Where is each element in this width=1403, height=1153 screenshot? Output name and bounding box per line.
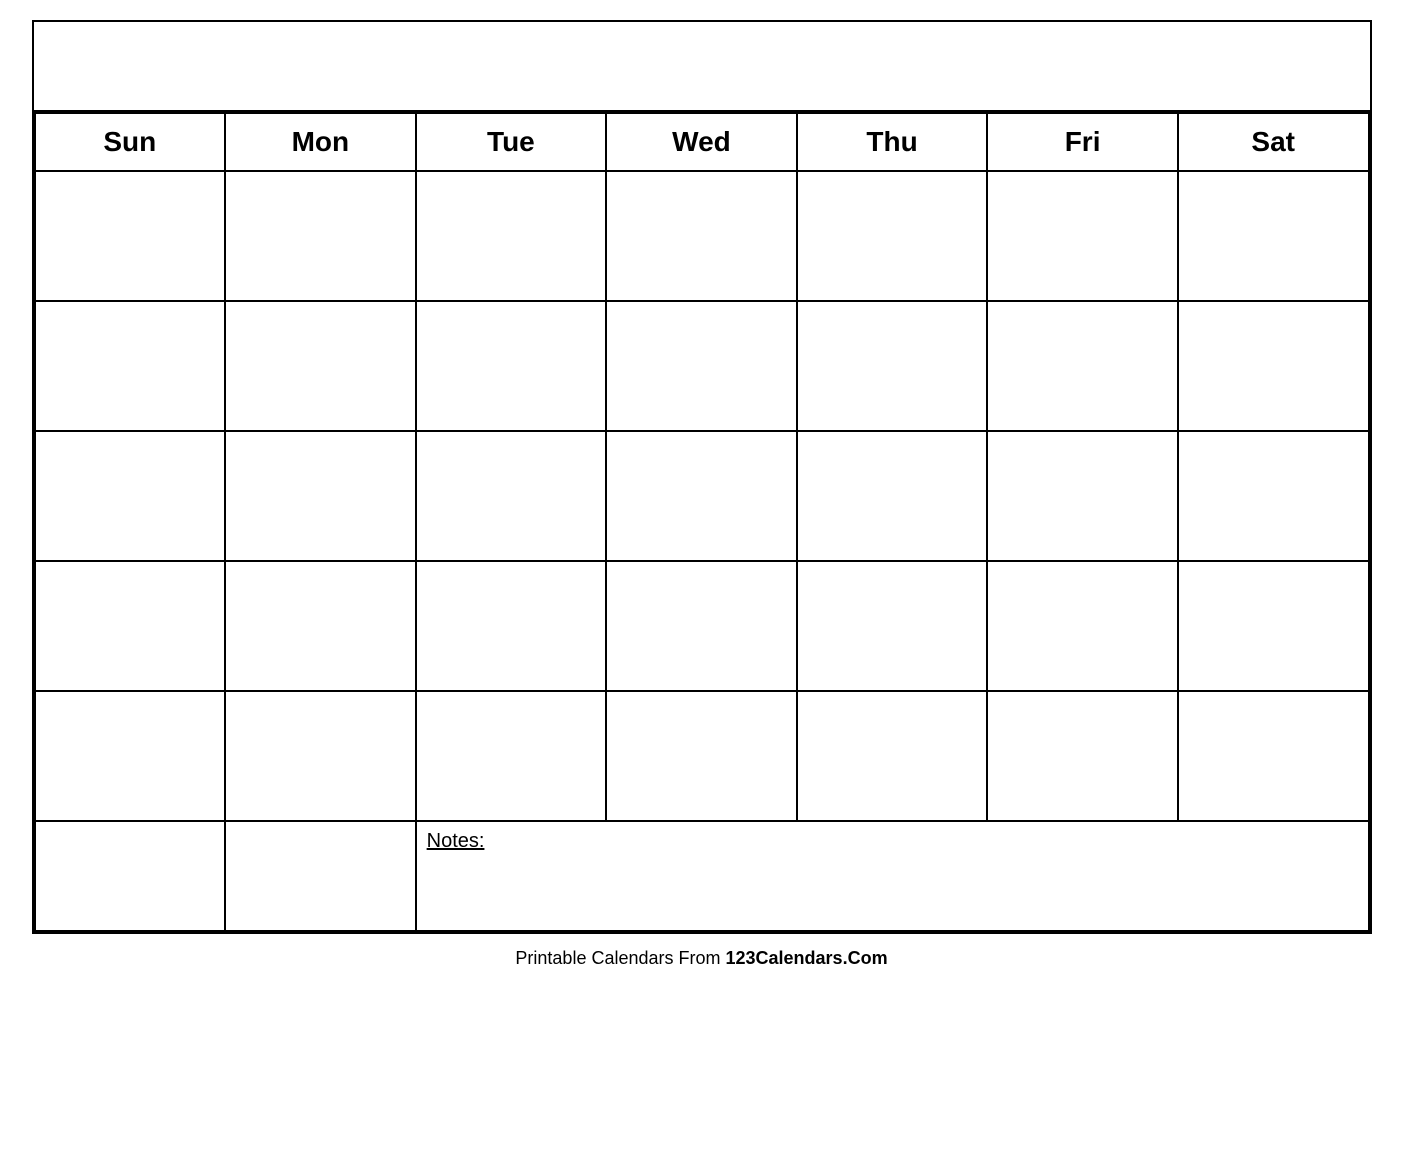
cell-notes-sun [35,821,226,931]
cell-r3-tue [416,431,607,561]
cell-r5-fri [987,691,1178,821]
cell-r5-tue [416,691,607,821]
cell-r4-sun [35,561,226,691]
footer: Printable Calendars From 123Calendars.Co… [515,948,887,969]
calendar-table: Sun Mon Tue Wed Thu Fri Sat [34,112,1370,932]
cell-r1-sat [1178,171,1369,301]
calendar-container: Sun Mon Tue Wed Thu Fri Sat [32,20,1372,934]
header-sat: Sat [1178,113,1369,171]
cell-r1-wed [606,171,797,301]
cell-r3-mon [225,431,416,561]
cell-r3-sat [1178,431,1369,561]
calendar-title-row [34,22,1370,112]
day-header-row: Sun Mon Tue Wed Thu Fri Sat [35,113,1369,171]
cell-r1-mon [225,171,416,301]
cell-r3-fri [987,431,1178,561]
calendar-row-3 [35,431,1369,561]
notes-cell: Notes: [416,821,1369,931]
cell-r4-sat [1178,561,1369,691]
cell-r1-sun [35,171,226,301]
cell-r4-fri [987,561,1178,691]
cell-r2-sat [1178,301,1369,431]
cell-r4-wed [606,561,797,691]
header-wed: Wed [606,113,797,171]
header-tue: Tue [416,113,607,171]
calendar-row-2 [35,301,1369,431]
cell-r4-thu [797,561,988,691]
cell-r1-thu [797,171,988,301]
cell-r5-sun [35,691,226,821]
cell-r4-tue [416,561,607,691]
cell-r2-mon [225,301,416,431]
cell-r2-thu [797,301,988,431]
cell-notes-mon [225,821,416,931]
cell-r3-sun [35,431,226,561]
cell-r4-mon [225,561,416,691]
cell-r2-tue [416,301,607,431]
cell-r2-fri [987,301,1178,431]
notes-row: Notes: [35,821,1369,931]
cell-r5-wed [606,691,797,821]
notes-label: Notes: [427,830,485,852]
cell-r5-sat [1178,691,1369,821]
calendar-row-5 [35,691,1369,821]
cell-r3-wed [606,431,797,561]
header-mon: Mon [225,113,416,171]
header-fri: Fri [987,113,1178,171]
cell-r5-mon [225,691,416,821]
cell-r3-thu [797,431,988,561]
cell-r2-wed [606,301,797,431]
calendar-row-4 [35,561,1369,691]
footer-brand: 123Calendars.Com [726,948,888,968]
footer-prefix: Printable Calendars From [515,948,725,968]
calendar-row-1 [35,171,1369,301]
header-thu: Thu [797,113,988,171]
header-sun: Sun [35,113,226,171]
cell-r1-fri [987,171,1178,301]
cell-r5-thu [797,691,988,821]
cell-r2-sun [35,301,226,431]
cell-r1-tue [416,171,607,301]
